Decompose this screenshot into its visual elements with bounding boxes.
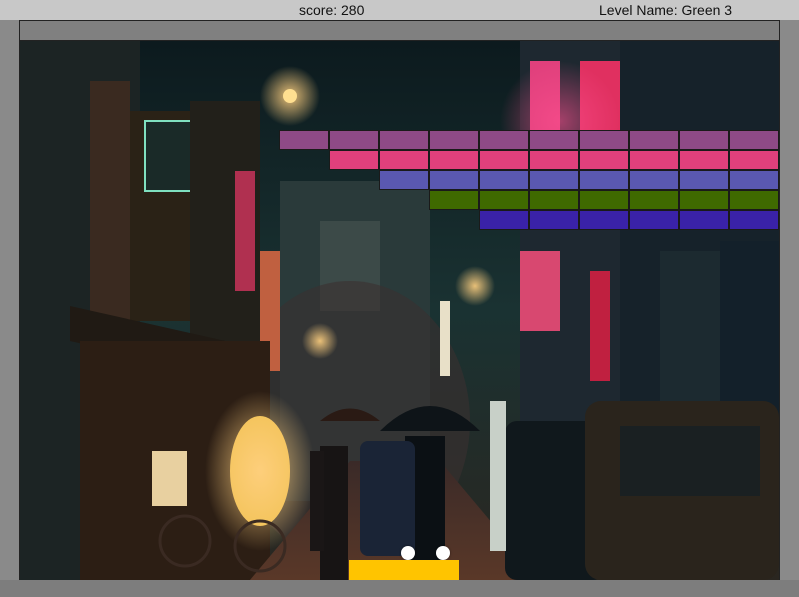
brick (679, 210, 729, 230)
brick (379, 170, 429, 190)
brick (329, 150, 379, 170)
brick (529, 170, 579, 190)
brick (579, 190, 629, 210)
brick (679, 170, 729, 190)
brick (629, 210, 679, 230)
level-name-label: Level Name: Green 3 (599, 2, 733, 18)
brick (729, 170, 779, 190)
brick (629, 190, 679, 210)
brick (529, 190, 579, 210)
bottom-floor (0, 580, 799, 597)
paddle[interactable] (349, 560, 459, 581)
ball (401, 546, 415, 560)
brick (529, 150, 579, 170)
score-label: score: 280 (299, 2, 365, 18)
brick (679, 190, 729, 210)
brick (429, 170, 479, 190)
brick (729, 210, 779, 230)
brick (379, 150, 429, 170)
brick (429, 190, 479, 210)
brick (429, 130, 479, 150)
brick (529, 210, 579, 230)
brick (379, 130, 429, 150)
ball (436, 546, 450, 560)
brick (429, 150, 479, 170)
top-wall (20, 21, 779, 41)
brick (729, 130, 779, 150)
brick (479, 170, 529, 190)
brick (279, 130, 329, 150)
brick (529, 130, 579, 150)
brick (479, 150, 529, 170)
brick (479, 130, 529, 150)
brick (729, 190, 779, 210)
brick (629, 150, 679, 170)
brick (579, 210, 629, 230)
brick (679, 150, 729, 170)
brick (629, 130, 679, 150)
hud-bar: score: 280 Level Name: Green 3 (0, 0, 799, 20)
brick (479, 210, 529, 230)
game-area[interactable] (19, 20, 780, 581)
brick (479, 190, 529, 210)
brick (579, 130, 629, 150)
background-city-street-image (20, 41, 779, 580)
brick (579, 150, 629, 170)
brick (679, 130, 729, 150)
brick (629, 170, 679, 190)
brick (329, 130, 379, 150)
brick (579, 170, 629, 190)
brick (729, 150, 779, 170)
